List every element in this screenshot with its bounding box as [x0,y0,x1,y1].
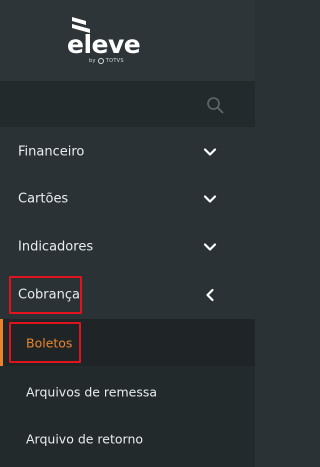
menu-item-cartoes[interactable]: Cartões [0,175,255,222]
menu-item-label: Indicadores [18,239,94,254]
chevron-left-icon [206,288,214,301]
chevron-down-icon [203,242,217,251]
logo-wordmark: eleve [67,30,141,59]
logo-area: eleve by TOTVS [0,0,255,81]
logo-tagline: by TOTVS [89,58,124,64]
menu-item-label: Cartões [18,191,69,206]
tagline-prefix: by [89,58,96,64]
search-icon[interactable] [206,96,224,114]
tagline-brand: TOTVS [105,58,124,64]
chevron-down-icon [203,147,217,156]
submenu-item-label: Arquivos de remessa [26,384,158,399]
highlight-box-boletos [9,322,81,363]
menu-item-indicadores[interactable]: Indicadores [0,223,255,270]
chevron-down-icon [203,194,217,203]
totvs-logo-icon [97,58,104,64]
menu-item-financeiro[interactable]: Financeiro [0,128,255,175]
highlight-box-cobranca [9,276,82,314]
submenu-item-arquivo-de-retorno[interactable]: Arquivo de retorno [0,415,255,462]
submenu-item-label: Arquivo de retorno [26,431,144,446]
menu-item-label: Financeiro [18,144,85,159]
sidebar: eleve by TOTVS Financeiro Cartões Indica… [0,0,255,467]
submenu-item-arquivos-de-remessa[interactable]: Arquivos de remessa [0,368,255,415]
